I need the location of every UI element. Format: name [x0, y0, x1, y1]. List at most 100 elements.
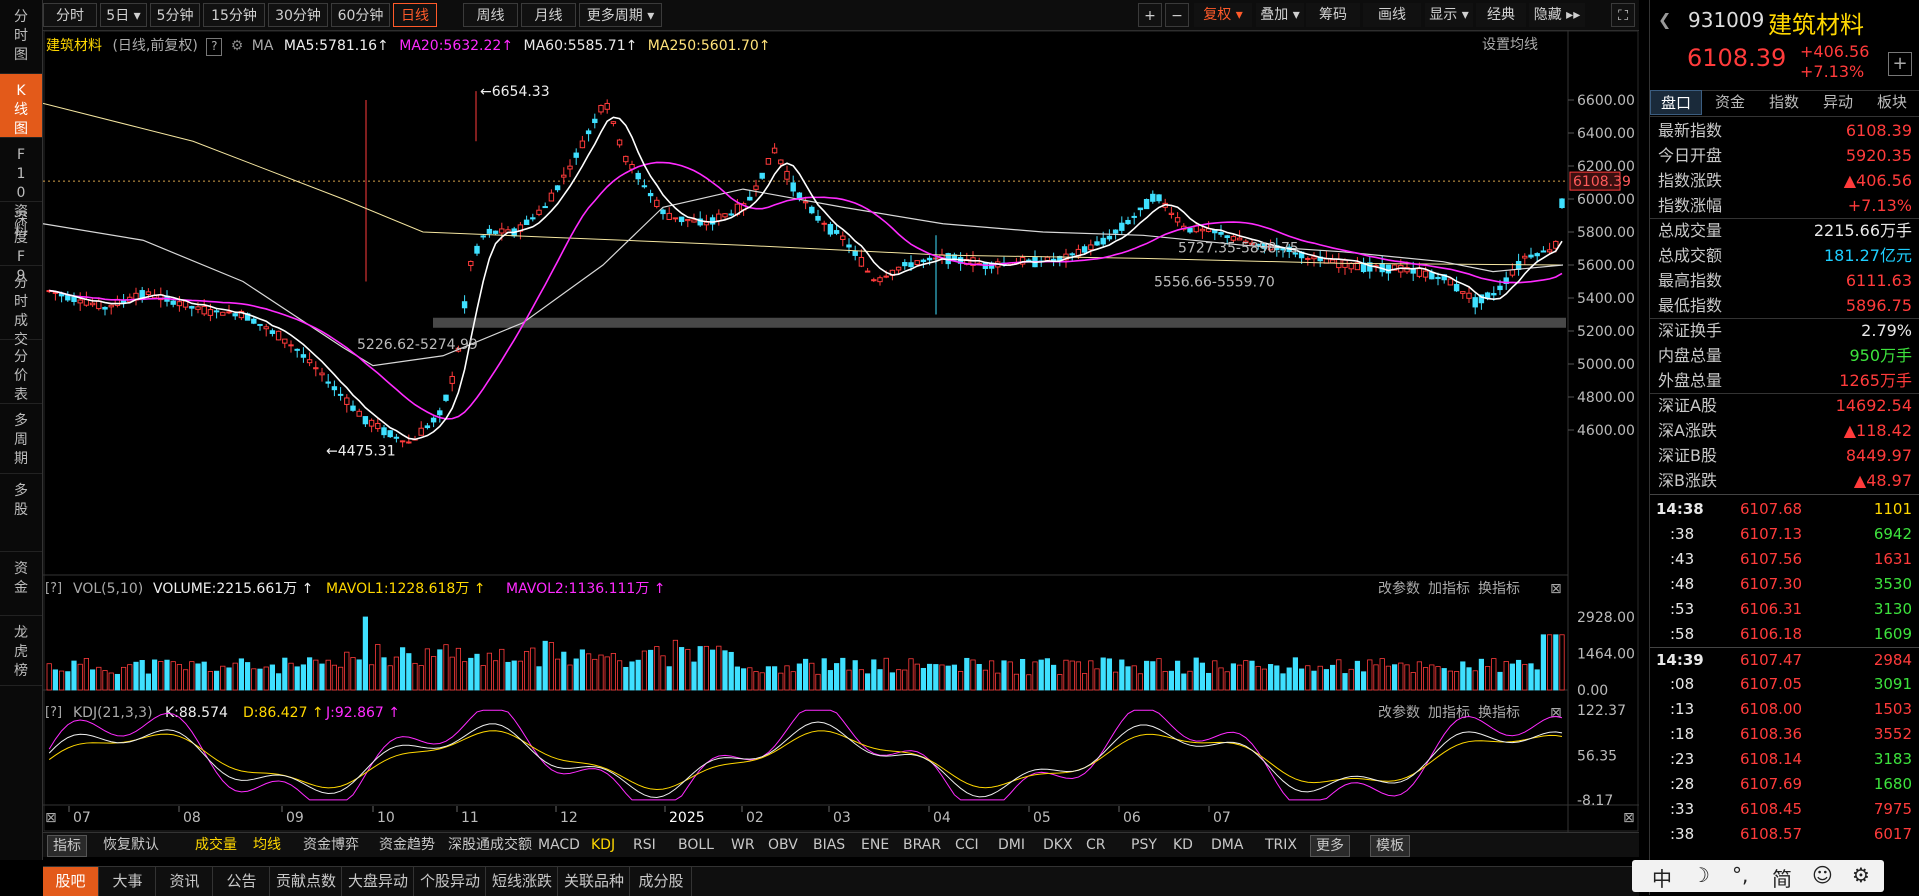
vol-close-icon[interactable]: ⊠: [1550, 581, 1562, 597]
kdj-close-icon[interactable]: ⊠: [1550, 705, 1562, 721]
ime-punct-icon[interactable]: °,: [1732, 863, 1748, 887]
fullscreen-icon[interactable]: ⛶: [1611, 3, 1635, 27]
zoom-out-icon[interactable]: −: [1165, 3, 1189, 27]
period-3[interactable]: 15分钟: [203, 3, 265, 27]
bottom-tab-7[interactable]: 短线涨跌: [487, 867, 558, 896]
indicator-tab-8[interactable]: KDJ: [591, 835, 615, 855]
leftnav-item-1[interactable]: K线图: [0, 74, 42, 138]
leftnav-item-5[interactable]: 分价表: [0, 340, 42, 404]
volume-bar: [1237, 664, 1243, 691]
add-icon[interactable]: +: [1888, 52, 1912, 76]
toolbar-right-5[interactable]: 经典: [1476, 3, 1526, 27]
period-4[interactable]: 30分钟: [268, 3, 328, 27]
bottom-tab-3[interactable]: 公告: [214, 867, 270, 896]
toolbar-right-4[interactable]: 显示 ▾: [1425, 3, 1473, 27]
indicator-tab-12[interactable]: OBV: [768, 835, 798, 855]
indicator-tab-14[interactable]: ENE: [861, 835, 889, 855]
bottom-tab-0[interactable]: 股吧: [43, 867, 99, 896]
period-1[interactable]: 5日 ▾: [100, 3, 147, 27]
candle-body: [195, 306, 201, 310]
period-0[interactable]: 分时: [43, 3, 97, 27]
indicator-tab-4[interactable]: 资金博弈: [303, 835, 359, 855]
indicator-tab-11[interactable]: WR: [731, 835, 755, 855]
indicator-tab-17[interactable]: DMI: [998, 835, 1025, 855]
kline-chart[interactable]: 6600.006400.006200.006000.005800.005600.…: [43, 30, 1639, 832]
indicator-tab-19[interactable]: CR: [1086, 835, 1106, 855]
kdj-tool-1[interactable]: 加指标: [1428, 705, 1470, 721]
volume-bar: [722, 650, 728, 691]
indicator-tab-25[interactable]: 模板: [1370, 835, 1410, 857]
indicator-tab-24[interactable]: 更多: [1310, 835, 1350, 857]
candle-body: [102, 306, 108, 310]
vol-tool-2[interactable]: 换指标: [1478, 580, 1520, 597]
indicator-tab-0[interactable]: 指标: [47, 835, 87, 857]
period-5[interactable]: 60分钟: [331, 3, 390, 27]
indicator-tab-5[interactable]: 资金趋势: [379, 835, 435, 855]
leftnav-item-7[interactable]: 多股: [0, 474, 42, 552]
indicator-tab-22[interactable]: DMA: [1211, 835, 1243, 855]
ime-emoji-icon[interactable]: ☺: [1812, 863, 1833, 887]
tick-volume: 3130: [1873, 600, 1912, 618]
toolbar-right-6[interactable]: 隐藏 ▸▸: [1529, 3, 1585, 27]
indicator-tab-20[interactable]: PSY: [1131, 835, 1157, 855]
indicator-tab-21[interactable]: KD: [1173, 835, 1193, 855]
bottom-tab-4[interactable]: 贡献点数: [271, 867, 342, 896]
bottom-tab-5[interactable]: 大盘异动: [343, 867, 414, 896]
bottom-tab-1[interactable]: 大事: [100, 867, 156, 896]
indicator-tab-23[interactable]: TRIX: [1265, 835, 1297, 855]
vol-help-icon[interactable]: [?]: [45, 581, 62, 596]
toolbar-right-1[interactable]: 叠加 ▾: [1256, 3, 1304, 27]
bottom-tab-9[interactable]: 成分股: [631, 867, 692, 896]
indicator-tab-16[interactable]: CCI: [955, 835, 979, 855]
leftnav-item-6[interactable]: 多周期: [0, 404, 42, 474]
indicator-tab-7[interactable]: MACD: [538, 835, 580, 855]
vol-tool-1[interactable]: 加指标: [1428, 581, 1470, 597]
bottom-tab-6[interactable]: 个股异动: [415, 867, 486, 896]
quote-rows: 最新指数 6108.39 今日开盘 5920.35 指数涨跌 ▲406.56 指数涨幅 +7.…: [1650, 118, 1919, 498]
candle-body: [1515, 261, 1522, 270]
quote-tab-3[interactable]: 异动: [1812, 90, 1864, 115]
ime-lang[interactable]: 中: [1652, 863, 1672, 892]
kdj-tool-0[interactable]: 改参数: [1378, 704, 1420, 721]
leftnav-item-2[interactable]: F10资料: [0, 138, 42, 239]
period-9[interactable]: 更多周期 ▾: [579, 3, 662, 27]
toolbar-right-0[interactable]: 复权 ▾: [1194, 3, 1252, 27]
bottom-tab-8[interactable]: 关联品种: [559, 867, 630, 896]
toolbar-right-2[interactable]: 筹码: [1306, 3, 1360, 27]
quote-tab-2[interactable]: 指数: [1758, 90, 1810, 115]
indicator-tab-2[interactable]: 成交量: [195, 835, 237, 855]
zoom-in-icon[interactable]: +: [1138, 3, 1162, 27]
indicator-tab-13[interactable]: BIAS: [813, 835, 845, 855]
ime-moon-icon[interactable]: ☽: [1692, 863, 1710, 887]
period-7[interactable]: 周线: [463, 3, 518, 27]
quote-tab-0[interactable]: 盘口: [1650, 90, 1702, 115]
bottom-tab-2[interactable]: 资讯: [157, 867, 213, 896]
back-chevron-icon[interactable]: ❮: [1658, 10, 1671, 29]
period-2[interactable]: 5分钟: [150, 3, 200, 27]
indicator-tab-18[interactable]: DKX: [1043, 835, 1073, 855]
kdj-help-icon[interactable]: [?]: [45, 705, 62, 720]
vol-tool-0[interactable]: 改参数: [1378, 580, 1420, 597]
kdj-tool-2[interactable]: 换指标: [1478, 704, 1520, 721]
toolbar-right-3[interactable]: 画线: [1363, 3, 1421, 27]
ime-settings-icon[interactable]: ⚙: [1852, 863, 1870, 887]
leftnav-item-4[interactable]: 分时成交: [0, 266, 42, 348]
scroll-right-icon[interactable]: ⊠: [1623, 810, 1635, 826]
quote-tab-4[interactable]: 板块: [1866, 90, 1918, 115]
indicator-tab-6[interactable]: 深股通成交额: [448, 835, 532, 855]
leftnav-item-8[interactable]: 资金: [0, 552, 42, 616]
leftnav-item-0[interactable]: 分时图: [0, 0, 42, 74]
indicator-tab-10[interactable]: BOLL: [678, 835, 714, 855]
scroll-left-icon[interactable]: ⊠: [45, 810, 57, 826]
period-8[interactable]: 月线: [521, 3, 576, 27]
leftnav-item-9[interactable]: 龙虎榜: [0, 616, 42, 686]
indicator-tab-3[interactable]: 均线: [253, 835, 281, 855]
indicator-tab-15[interactable]: BRAR: [903, 835, 941, 855]
period-6[interactable]: 日线: [393, 3, 437, 27]
indicator-tab-9[interactable]: RSI: [633, 835, 656, 855]
indicator-tab-1[interactable]: 恢复默认: [103, 835, 159, 855]
leftnav-item-3[interactable]: 深度F9: [0, 202, 42, 284]
tick-price: 6107.68: [1740, 500, 1803, 518]
ime-simplified[interactable]: 简: [1772, 863, 1792, 892]
quote-tab-1[interactable]: 资金: [1704, 90, 1756, 115]
